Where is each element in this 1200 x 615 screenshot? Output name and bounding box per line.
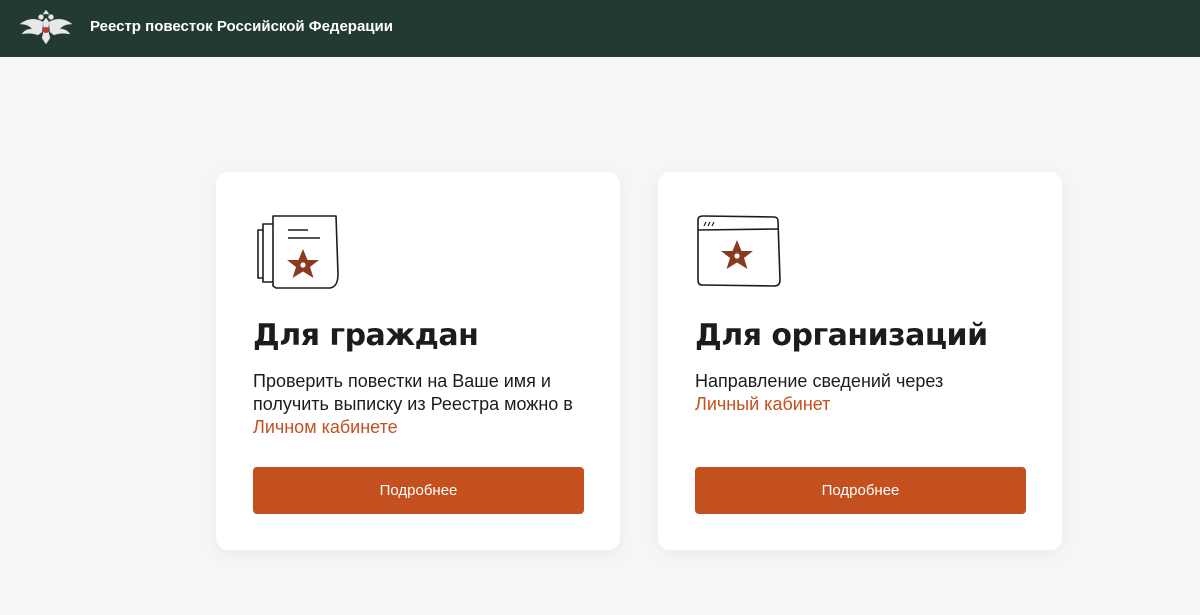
personal-cabinet-link[interactable]: Личном кабинете	[253, 417, 398, 437]
organizations-card-title: Для организаций	[695, 318, 988, 353]
document-star-icon	[257, 215, 339, 289]
organizations-card-text: Направление сведений через Личный кабине…	[695, 370, 1040, 416]
citizens-more-button[interactable]: Подробнее	[253, 467, 584, 514]
organizations-card: Для организаций Направление сведений чер…	[658, 172, 1062, 550]
citizens-card-text-body: Проверить повестки на Ваше имя и получит…	[253, 371, 573, 414]
site-title[interactable]: Реестр повесток Российской Федерации	[90, 18, 393, 35]
organizations-more-button[interactable]: Подробнее	[695, 467, 1026, 514]
organizations-card-text-body: Направление сведений через	[695, 371, 944, 391]
citizens-card: Для граждан Проверить повестки на Ваше и…	[216, 172, 620, 550]
citizens-card-title: Для граждан	[253, 318, 479, 353]
eagle-emblem-icon[interactable]	[18, 8, 74, 48]
browser-window-star-icon	[697, 215, 781, 287]
citizens-card-text: Проверить повестки на Ваше имя и получит…	[253, 370, 598, 439]
personal-cabinet-link-org[interactable]: Личный кабинет	[695, 394, 830, 414]
top-header: Реестр повесток Российской Федерации	[0, 0, 1200, 57]
